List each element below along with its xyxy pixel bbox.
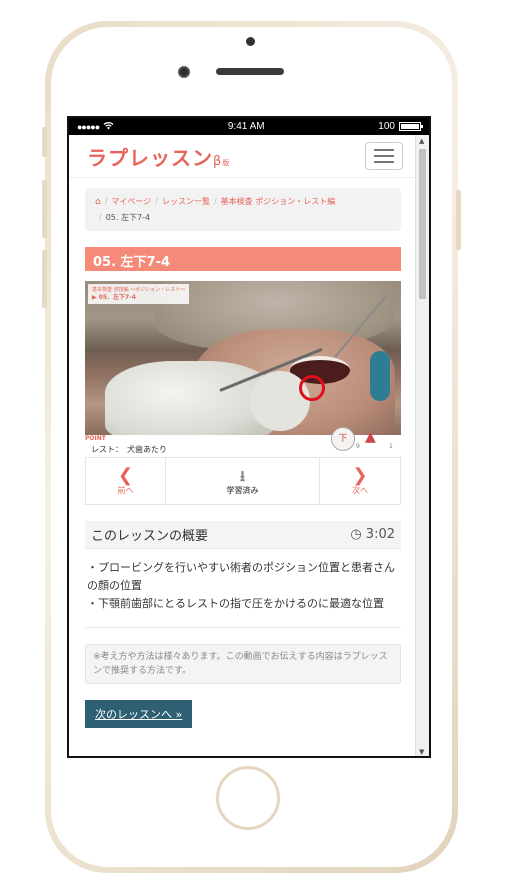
download-icon: ⭳ [239, 466, 246, 485]
next-button[interactable]: ❯ 次へ [320, 458, 400, 504]
site-logo[interactable]: ラプレッスンβ版 [87, 142, 230, 171]
point-bar: POINT レスト： 犬歯あたり 下 9 ▲ 1 [85, 427, 401, 457]
duration: ◷ 3:02 [350, 527, 395, 542]
menu-line-icon [374, 149, 394, 151]
highlight-circle [299, 375, 325, 401]
video-caption: 基本検査 流技編 ～ポジション・レスト～ ▶ 05．左下7-4 [88, 284, 190, 304]
scroll-down-icon[interactable]: ▼ [419, 748, 424, 756]
lesson-title: 05. 左下7-4 [85, 247, 401, 271]
mark-complete-button[interactable]: ⭳ 学習済み [166, 458, 320, 504]
breadcrumb-current: 05. 左下7-4 [105, 213, 151, 222]
menu-line-icon [374, 161, 394, 163]
tooth-lower-icon: 下 [331, 427, 355, 451]
summary-title: このレッスンの概要 [91, 529, 209, 544]
breadcrumb-lesson-list[interactable]: レッスン一覧 [162, 197, 210, 206]
chevron-left-icon: ❮ [117, 464, 134, 486]
breadcrumb-category[interactable]: 基本検査 ポジション・レスト編 [221, 197, 336, 206]
prev-button[interactable]: ❮ 前へ [86, 458, 166, 504]
lesson-video[interactable]: 基本検査 流技編 ～ポジション・レスト～ ▶ 05．左下7-4 [85, 281, 401, 435]
clock-icon: ◷ [350, 527, 362, 542]
status-bar: ●●●●● 9:41 AM 100 [69, 118, 429, 135]
breadcrumb-mypage[interactable]: マイページ [111, 197, 151, 206]
logo-text: ラプレッスン [87, 145, 213, 170]
breadcrumb: ⌂ / マイページ / レッスン一覧 / 基本検査 ポジション・レスト編/05. 左下7-4 [85, 188, 401, 231]
logo-beta: β版 [213, 153, 231, 169]
volume-up-button [42, 180, 47, 238]
volume-down-button [42, 250, 47, 308]
front-camera [178, 66, 190, 78]
divider [85, 627, 401, 628]
scroll-thumb[interactable] [419, 149, 426, 299]
summary-line: ・プロービングを行いやすい術者のポジション位置と患者さんの顔の位置 [87, 561, 395, 592]
next-lesson-button[interactable]: 次のレッスンへ » [85, 700, 193, 728]
proximity-sensor [246, 37, 255, 46]
tooth-icon: ▲ [365, 429, 376, 445]
site-header: ラプレッスンβ版 [69, 135, 417, 178]
mute-switch [42, 127, 47, 157]
summary-header: このレッスンの概要 ◷ 3:02 [85, 521, 401, 549]
home-icon[interactable]: ⌂ [95, 197, 101, 207]
chevron-right-icon: ❯ [352, 464, 368, 486]
earpiece-speaker [216, 68, 284, 75]
hamburger-menu-button[interactable] [365, 142, 403, 170]
scrollbar[interactable]: ▲ ▼ [415, 135, 429, 756]
video-frame-suction [370, 351, 390, 401]
rest-text: レスト： 犬歯あたり [91, 445, 167, 454]
tooth-chart-icon: 下 9 ▲ 1 [331, 427, 393, 453]
page-content: ラプレッスンβ版 ⌂ / マイページ / レッスン一覧 / 基本検査 ポジション・レスト編 /… [69, 135, 417, 756]
summary-line: ・下顎前歯部にとるレストの指で圧をかけるのに最適な位置 [87, 597, 384, 610]
scroll-up-icon[interactable]: ▲ [419, 137, 424, 145]
power-button [456, 190, 461, 250]
home-button[interactable] [216, 766, 280, 830]
disclaimer-note: ※考え方や方法は様々あります。この動画でお伝えする内容はラプレッスンで推奨する方… [85, 644, 401, 684]
signal-strength: ●●●●● [77, 121, 100, 132]
battery-percent: 100 [378, 121, 395, 132]
phone-screen: ●●●●● 9:41 AM 100 ラプレッスンβ版 ⌂ / マイページ / レッスン一… [67, 116, 431, 758]
point-tag: POINT [85, 435, 106, 442]
battery-icon [398, 122, 423, 131]
menu-line-icon [374, 155, 394, 157]
wifi-icon [103, 121, 114, 133]
summary-body: ・プロービングを行いやすい術者のポジション位置と患者さんの顔の位置 ・下顎前歯部… [87, 559, 401, 613]
lesson-controls: ❮ 前へ ⭳ 学習済み ❯ 次へ [85, 457, 401, 505]
status-time: 9:41 AM [227, 121, 265, 132]
